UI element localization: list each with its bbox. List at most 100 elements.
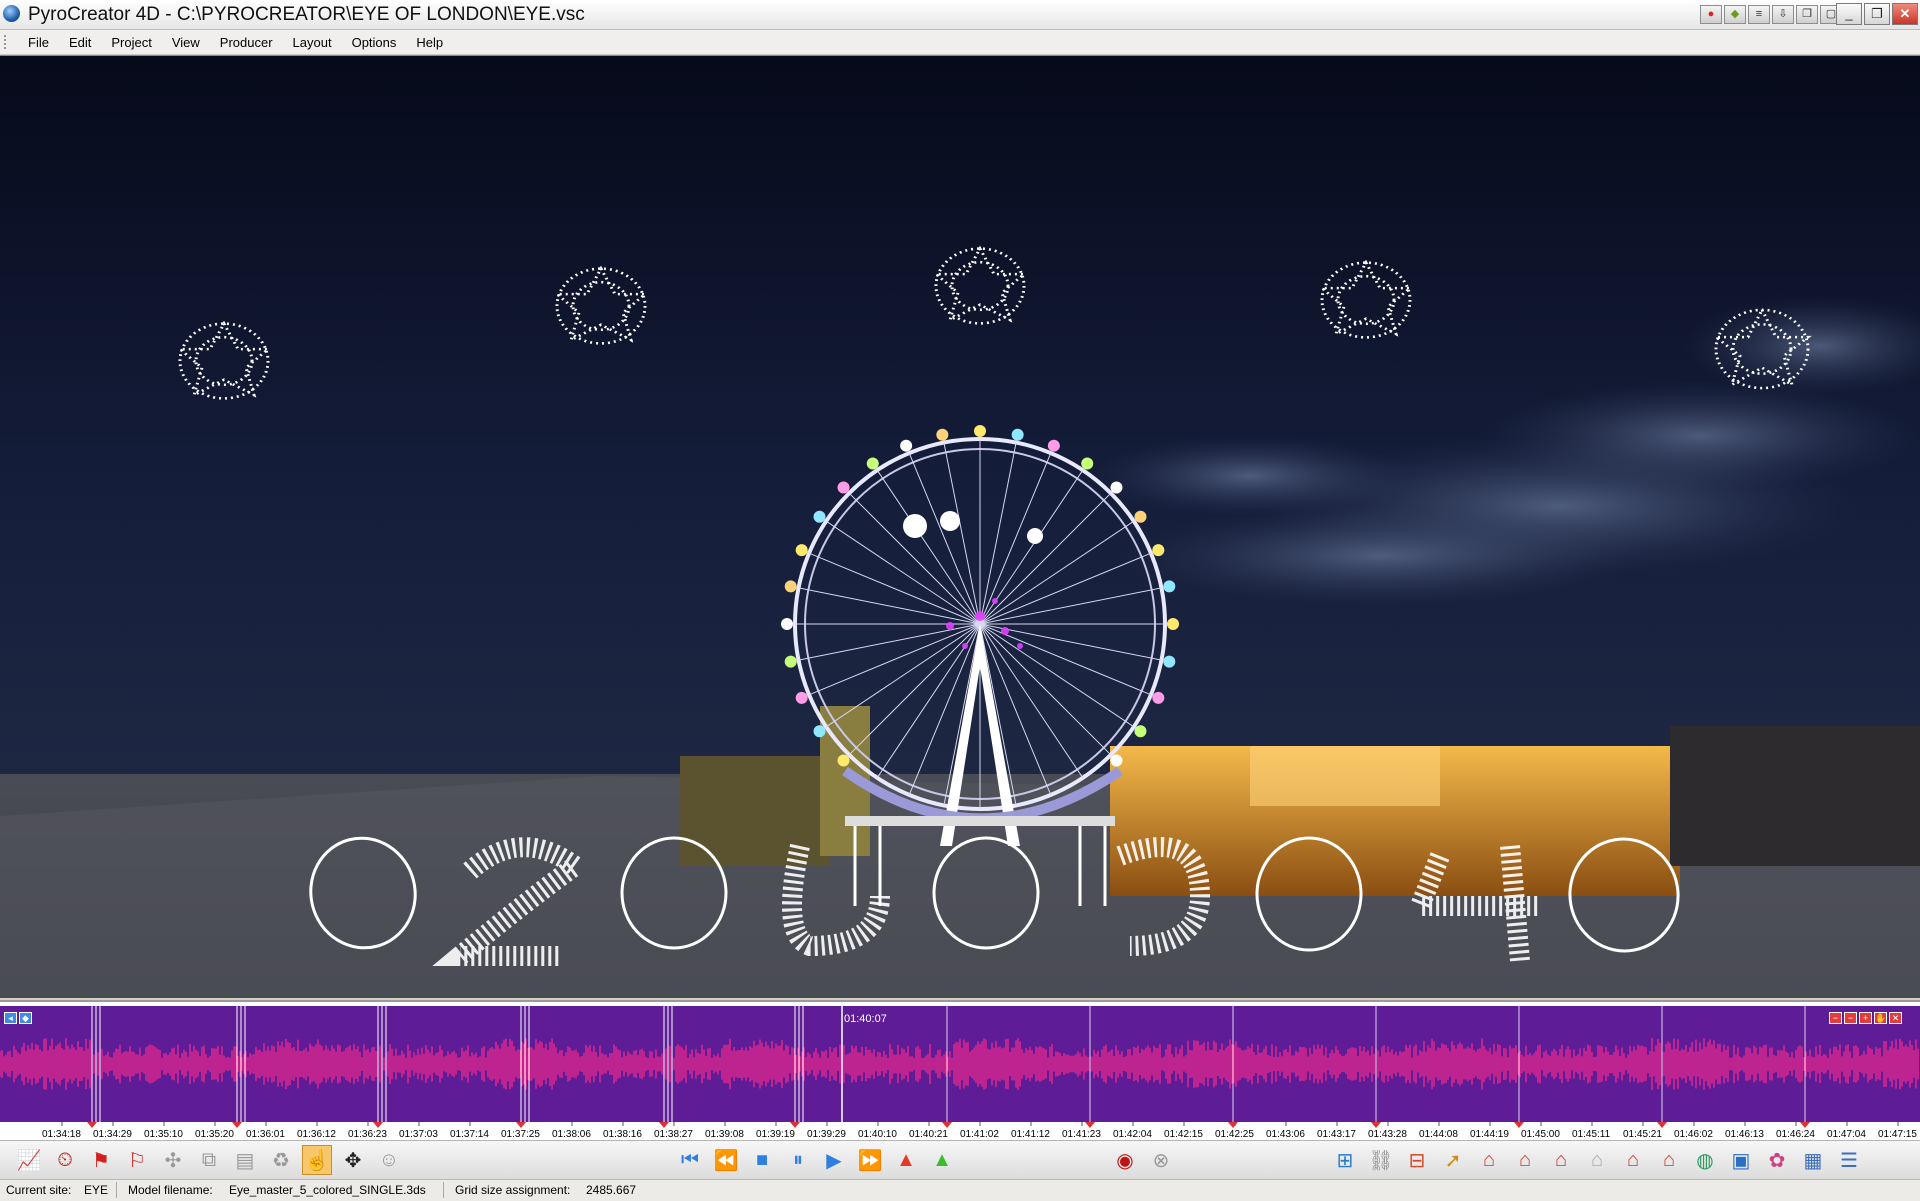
main-toolbar: 📈 ⏲ ⚑ ⚐ ✣ ⧉ ▤ ♻ ☝ ✥ ☺ ⏮ ⏪ ■ ⏸ ▶ ⏩ ▲ ▲ ◉ ⊗ ⊞ ⛓ ⊟ ➚ ⌂ ⌂ ⌂ ⌂ ⌂ ⌂ ◍ ▣ ✿ ▦ ☰ [0,1140,1920,1179]
fast-forward-icon[interactable]: ⏩ [855,1145,885,1175]
tray-menu-icon[interactable]: ≡ [1748,5,1770,24]
3d-scene-viewport[interactable] [0,55,1920,998]
skip-start-icon[interactable]: ⏮ [675,1145,705,1175]
timeline-hand-icon[interactable]: ✋ [1874,1012,1887,1024]
building-center-glow [1250,746,1440,806]
tray-down-icon[interactable]: ⇩ [1772,5,1794,24]
cue-marker[interactable] [1371,1122,1381,1128]
puzzle-icon[interactable]: ✣ [158,1145,188,1175]
cue-marker[interactable] [1657,1122,1667,1128]
red-triangle-icon[interactable]: ▲ [891,1145,921,1175]
hierarchy-icon[interactable]: ⊟ [1402,1145,1432,1175]
link-icon[interactable]: ⛓ [1366,1145,1396,1175]
cue-marker[interactable] [1228,1122,1238,1128]
person-icon[interactable]: ☺ [374,1145,404,1175]
globe-icon[interactable]: ◍ [1690,1145,1720,1175]
menu-edit[interactable]: Edit [59,35,101,50]
hand-pointer-icon[interactable]: ☝ [302,1145,332,1175]
chart-edit-icon[interactable]: 📈 [14,1145,44,1175]
close-button[interactable]: ✕ [1892,3,1918,25]
menu-help[interactable]: Help [406,35,453,50]
capsule [795,691,808,704]
minimize-button[interactable]: _ [1836,3,1862,25]
scene-canvas[interactable] [0,56,1920,998]
menu-producer[interactable]: Producer [210,35,283,50]
green-triangle-icon[interactable]: ▲ [927,1145,957,1175]
timeline-prev-icon[interactable]: ◂ [4,1012,17,1024]
disabled-record-icon[interactable]: ⊗ [1146,1145,1176,1175]
red-flag-icon[interactable]: ⚑ [86,1145,116,1175]
rewind-icon[interactable]: ⏪ [711,1145,741,1175]
cue-marker[interactable] [659,1122,669,1128]
tray-restore-icon[interactable]: ❐ [1796,5,1818,24]
grid-icon[interactable]: ▦ [1798,1145,1828,1175]
play-icon[interactable]: ▶ [819,1145,849,1175]
cue-marker[interactable] [87,1122,97,1128]
status-site-value: EYE [84,1183,109,1197]
ruler-tick-label: 01:42:04 [1113,1129,1152,1140]
menu-file[interactable]: File [18,35,59,50]
audio-waveform-track[interactable]: ◂ ◆ 01:40:07 − − + ✋ ✕ [0,1006,1920,1122]
house-faded-icon[interactable]: ⌂ [1582,1145,1612,1175]
palette-icon[interactable]: ✿ [1762,1145,1792,1175]
red-flag-a-icon[interactable]: ⚐ [122,1145,152,1175]
house-cross-icon[interactable]: ⌂ [1546,1145,1576,1175]
dark-building-right [1670,726,1920,866]
capsule [837,754,850,767]
capsule [1134,725,1147,738]
nvidia-icon[interactable]: ◆ [1724,5,1746,24]
pointer-icon[interactable]: ➚ [1438,1145,1468,1175]
window-controls: _ ❐ ✕ [1836,3,1918,25]
cue-marker[interactable] [790,1122,800,1128]
house-arrow-icon[interactable]: ⌂ [1510,1145,1540,1175]
ruler-tick-label: 01:34:18 [42,1129,81,1140]
capsule [1011,428,1024,441]
timeline-right-controls: − − + ✋ ✕ [1829,1012,1902,1024]
menu-project[interactable]: Project [101,35,161,50]
menu-layout[interactable]: Layout [283,35,342,50]
house-icon[interactable]: ⌂ [1474,1145,1504,1175]
cue-marker[interactable] [516,1122,526,1128]
capsule [837,481,850,494]
record-icon[interactable]: ◉ [1110,1145,1140,1175]
cue-marker[interactable] [1514,1122,1524,1128]
cue-marker[interactable] [1085,1122,1095,1128]
timeline-audio-icon[interactable]: ◆ [19,1012,32,1024]
stop-icon[interactable]: ■ [747,1145,777,1175]
capsule [813,510,826,523]
timeline-minus-icon[interactable]: − [1844,1012,1857,1024]
timeline-close-icon[interactable]: ✕ [1889,1012,1902,1024]
list-icon[interactable]: ☰ [1834,1145,1864,1175]
playhead-time: 01:40:07 [844,1013,887,1025]
capsule [1110,754,1123,767]
timeline-plus-icon[interactable]: + [1859,1012,1872,1024]
paste-icon[interactable]: ▤ [230,1145,260,1175]
capsule [1152,544,1165,557]
move-arrows-icon[interactable]: ✥ [338,1145,368,1175]
menu-options[interactable]: Options [342,35,407,50]
menu-grip-handle[interactable] [4,35,12,49]
recycle-icon[interactable]: ♻ [266,1145,296,1175]
cue-marker[interactable] [232,1122,242,1128]
house-add-icon[interactable]: ⌂ [1654,1145,1684,1175]
timeline-zoom-out-icon[interactable]: − [1829,1012,1842,1024]
waveform-canvas[interactable] [0,1006,1920,1122]
ruler-tick-label: 01:37:14 [450,1129,489,1140]
network-icon[interactable]: ⊞ [1330,1145,1360,1175]
capsule [784,655,797,668]
clock-icon[interactable]: ⏲ [50,1145,80,1175]
maximize-button[interactable]: ❐ [1864,3,1890,25]
record-indicator-icon[interactable]: ● [1700,5,1722,24]
ruler-tick-label: 01:39:19 [756,1129,795,1140]
ruler-tick-label: 01:41:23 [1062,1129,1101,1140]
status-grid-value: 2485.667 [586,1183,637,1197]
cue-marker[interactable] [373,1122,383,1128]
menu-view[interactable]: View [162,35,210,50]
picture-icon[interactable]: ▣ [1726,1145,1756,1175]
house-plus-icon[interactable]: ⌂ [1618,1145,1648,1175]
cue-marker[interactable] [942,1122,952,1128]
cue-marker[interactable] [1800,1122,1810,1128]
app-logo-icon [3,5,20,22]
copy-icon[interactable]: ⧉ [194,1145,224,1175]
pause-icon[interactable]: ⏸ [783,1145,813,1175]
